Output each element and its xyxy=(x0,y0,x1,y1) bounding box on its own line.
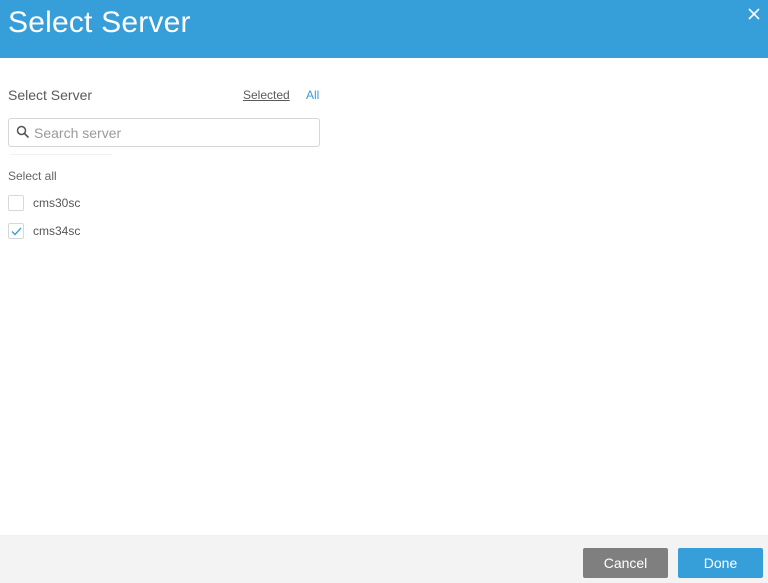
section-label: Select Server xyxy=(8,87,93,103)
dialog-footer: Cancel Done xyxy=(0,535,768,583)
search-icon xyxy=(16,125,30,144)
cancel-button[interactable]: Cancel xyxy=(583,548,668,578)
filter-all-link[interactable]: All xyxy=(306,88,319,102)
close-icon xyxy=(748,8,760,20)
done-button[interactable]: Done xyxy=(678,548,763,578)
divider xyxy=(10,154,112,155)
dialog-header: Select Server xyxy=(0,0,768,58)
select-all-link[interactable]: Select all xyxy=(8,169,57,183)
search-box xyxy=(8,118,320,147)
filter-selected-link[interactable]: Selected xyxy=(243,88,290,102)
search-input[interactable] xyxy=(34,123,314,143)
select-server-dialog: Select Server Select Server Selected All… xyxy=(0,0,768,583)
checkmark-icon xyxy=(11,227,22,236)
server-label: cms30sc xyxy=(33,196,81,210)
close-button[interactable] xyxy=(744,4,764,24)
server-checkbox[interactable] xyxy=(8,195,24,211)
server-label: cms34sc xyxy=(33,224,81,238)
dialog-title: Select Server xyxy=(8,6,191,39)
server-checkbox[interactable] xyxy=(8,223,24,239)
